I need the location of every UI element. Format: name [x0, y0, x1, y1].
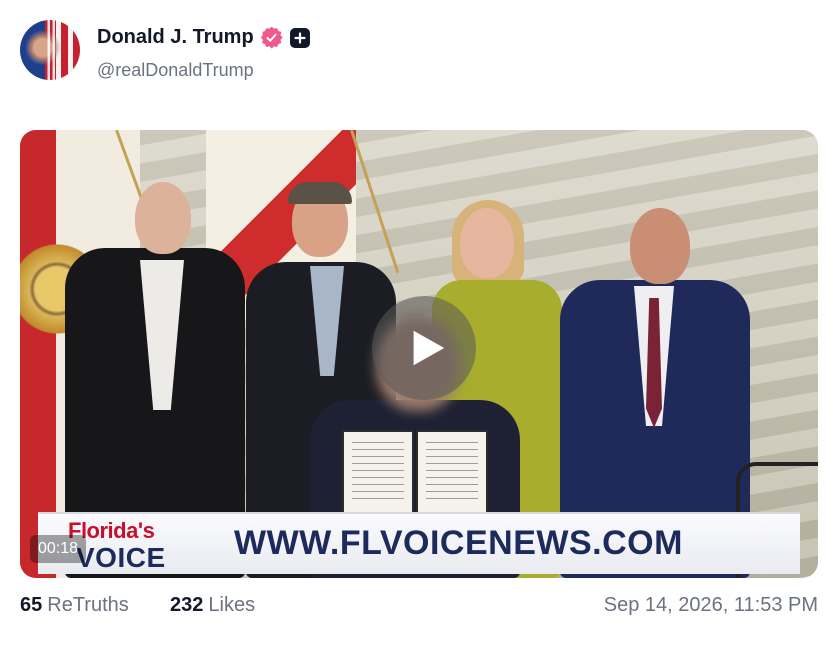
- retruths-label: ReTruths: [47, 594, 129, 616]
- logo-line2: VOICE: [76, 542, 166, 573]
- verified-badge-icon: [260, 26, 283, 49]
- author-name-row: Donald J. Trump: [97, 26, 310, 49]
- author-handle[interactable]: @realDonaldTrump: [97, 60, 254, 81]
- post-footer: 65 ReTruths 232 Likes Sep 14, 2026, 11:53 …: [20, 594, 818, 622]
- likes-stat[interactable]: 232 Likes: [170, 594, 255, 617]
- likes-label: Likes: [208, 594, 256, 616]
- banner-url: WWW.FLVOICENEWS.COM: [234, 524, 683, 562]
- retruths-stat[interactable]: 65 ReTruths: [20, 594, 129, 617]
- video-banner: Florida's VOICE WWW.FLVOICENEWS.COM: [38, 512, 800, 574]
- author-display-name[interactable]: Donald J. Trump: [97, 26, 254, 49]
- post-header: Donald J. Trump @realDonaldTrump: [20, 20, 820, 82]
- play-button[interactable]: [372, 296, 476, 400]
- avatar[interactable]: [20, 20, 80, 80]
- play-icon: [413, 330, 445, 366]
- floridas-voice-logo: Florida's VOICE: [68, 518, 218, 574]
- video-player[interactable]: Florida's VOICE WWW.FLVOICENEWS.COM 00:1…: [20, 130, 818, 578]
- retruths-count: 65: [20, 594, 43, 616]
- plus-icon[interactable]: [289, 27, 310, 48]
- video-duration: 00:18: [30, 535, 87, 563]
- likes-count: 232: [170, 594, 204, 616]
- post-timestamp[interactable]: Sep 14, 2026, 11:53 PM: [604, 594, 818, 617]
